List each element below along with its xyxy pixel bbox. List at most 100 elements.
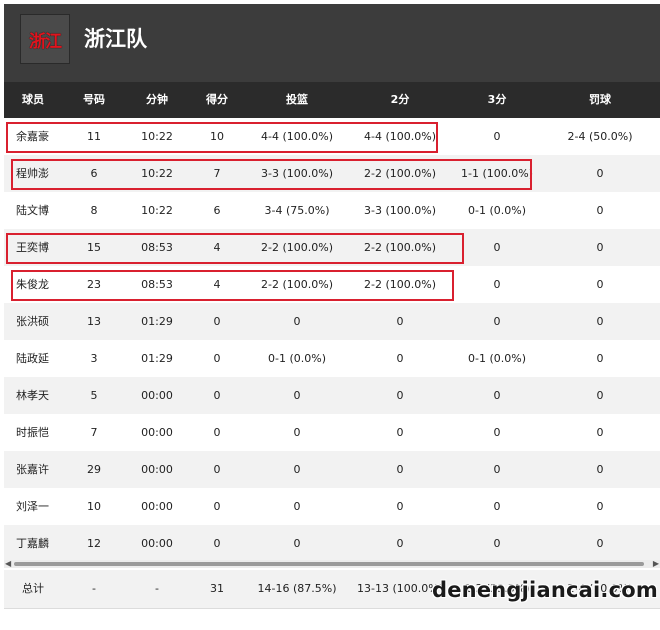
- cell-player[interactable]: 林孝天: [4, 377, 62, 414]
- total-fg: 14-16 (87.5%): [257, 582, 337, 595]
- cell-player[interactable]: 程帅澎: [4, 155, 62, 192]
- cell-points: 0: [213, 315, 221, 328]
- table-row: 陆政延 3 01:29 0 0-1 (0.0%) 0 0-1 (0.0%) 0: [4, 340, 660, 377]
- cell-minutes: 08:53: [141, 241, 173, 254]
- horizontal-scrollbar[interactable]: ◀ ▶: [4, 559, 660, 569]
- total-player: 总计: [22, 582, 44, 595]
- cell-points: 0: [213, 500, 221, 513]
- cell-three-pt: 0-1 (0.0%): [468, 352, 526, 365]
- cell-number: 8: [90, 204, 98, 217]
- cell-minutes: 00:00: [141, 463, 173, 476]
- team-name: 浙江队: [84, 27, 147, 51]
- cell-fg: 0: [293, 500, 301, 513]
- column-header-number: 号码: [83, 93, 105, 106]
- cell-fg: 4-4 (100.0%): [261, 130, 333, 143]
- cell-ft: 0: [596, 241, 604, 254]
- cell-number: 15: [87, 241, 101, 254]
- scrollbar-thumb[interactable]: [14, 562, 644, 566]
- cell-minutes: 10:22: [141, 167, 173, 180]
- table-row: 时振恺 7 00:00 0 0 0 0 0: [4, 414, 660, 451]
- cell-player[interactable]: 张嘉许: [4, 451, 62, 488]
- cell-number: 3: [90, 352, 98, 365]
- cell-two-pt: 0: [396, 500, 404, 513]
- cell-points: 0: [213, 426, 221, 439]
- table-row: 张嘉许 29 00:00 0 0 0 0 0: [4, 451, 660, 488]
- cell-number: 12: [87, 537, 101, 550]
- cell-player[interactable]: 张洪硕: [4, 303, 62, 340]
- cell-ft: 0: [596, 389, 604, 402]
- cell-two-pt: 2-2 (100.0%): [364, 167, 436, 180]
- cell-ft: 0: [596, 315, 604, 328]
- cell-two-pt: 0: [396, 537, 404, 550]
- cell-points: 0: [213, 537, 221, 550]
- cell-two-pt: 2-2 (100.0%): [364, 278, 436, 291]
- cell-three-pt: 0: [493, 130, 501, 143]
- column-header-points: 得分: [206, 93, 228, 106]
- cell-three-pt: 0-1 (0.0%): [468, 204, 526, 217]
- column-header-minutes: 分钟: [146, 93, 168, 106]
- scroll-left-icon[interactable]: ◀: [5, 559, 11, 569]
- cell-player[interactable]: 陆文博: [4, 192, 62, 229]
- column-header-ft: 罚球: [589, 93, 611, 106]
- watermark: denengjiancai.com: [432, 578, 658, 602]
- table-row: 陆文博 8 10:22 6 3-4 (75.0%) 3-3 (100.0%) 0-1 (0.…: [4, 192, 660, 229]
- table-row: 张洪硕 13 01:29 0 0 0 0 0: [4, 303, 660, 340]
- scroll-right-icon[interactable]: ▶: [653, 559, 659, 569]
- cell-ft: 0: [596, 537, 604, 550]
- cell-points: 0: [213, 463, 221, 476]
- cell-three-pt: 0: [493, 463, 501, 476]
- cell-player[interactable]: 时振恺: [4, 414, 62, 451]
- total-points: 31: [210, 582, 224, 595]
- cell-fg: 3-4 (75.0%): [264, 204, 330, 217]
- cell-two-pt: 0: [396, 315, 404, 328]
- cell-two-pt: 0: [396, 426, 404, 439]
- cell-three-pt: 0: [493, 241, 501, 254]
- column-header-fg: 投篮: [286, 93, 308, 106]
- cell-minutes: 00:00: [141, 389, 173, 402]
- cell-three-pt: 0: [493, 315, 501, 328]
- cell-number: 7: [90, 426, 98, 439]
- cell-fg: 2-2 (100.0%): [261, 278, 333, 291]
- table-row: 余嘉豪 11 10:22 10 4-4 (100.0%) 4-4 (100.0%) 0 2-4…: [4, 118, 660, 155]
- cell-ft: 2-4 (50.0%): [567, 130, 633, 143]
- column-header-player: 球员: [22, 93, 44, 106]
- table-row: 朱俊龙 23 08:53 4 2-2 (100.0%) 2-2 (100.0%) 0 0: [4, 266, 660, 303]
- cell-minutes: 10:22: [141, 130, 173, 143]
- cell-points: 10: [210, 130, 224, 143]
- cell-two-pt: 3-3 (100.0%): [364, 204, 436, 217]
- cell-ft: 0: [596, 500, 604, 513]
- cell-player[interactable]: 朱俊龙: [4, 266, 62, 303]
- cell-fg: 0: [293, 463, 301, 476]
- table-row: 程帅澎 6 10:22 7 3-3 (100.0%) 2-2 (100.0%) 1-1 (1…: [4, 155, 660, 192]
- column-header-two-pt: 2分: [390, 93, 410, 106]
- cell-number: 29: [87, 463, 101, 476]
- cell-fg: 0: [293, 389, 301, 402]
- team-logo-text: 浙江: [29, 31, 62, 52]
- cell-three-pt: 0: [493, 278, 501, 291]
- cell-player[interactable]: 丁嘉麟: [4, 525, 62, 562]
- cell-player[interactable]: 刘泽一: [4, 488, 62, 525]
- cell-player[interactable]: 王奕博: [4, 229, 62, 266]
- cell-minutes: 00:00: [141, 537, 173, 550]
- cell-fg: 0: [293, 426, 301, 439]
- table-row: 丁嘉麟 12 00:00 0 0 0 0 0: [4, 525, 660, 562]
- cell-minutes: 00:00: [141, 500, 173, 513]
- cell-two-pt: 4-4 (100.0%): [364, 130, 436, 143]
- cell-points: 0: [213, 389, 221, 402]
- cell-player[interactable]: 陆政延: [4, 340, 62, 377]
- cell-ft: 0: [596, 352, 604, 365]
- cell-number: 23: [87, 278, 101, 291]
- cell-fg: 0: [293, 537, 301, 550]
- cell-three-pt: 0: [493, 537, 501, 550]
- total-minutes: -: [155, 582, 159, 595]
- cell-ft: 0: [596, 426, 604, 439]
- cell-points: 4: [213, 241, 221, 254]
- cell-three-pt: 0: [493, 500, 501, 513]
- table-row: 林孝天 5 00:00 0 0 0 0 0: [4, 377, 660, 414]
- table-header-row: 球员 号码 分钟 得分 投篮 2分 3分 罚球: [4, 82, 660, 118]
- cell-points: 6: [213, 204, 221, 217]
- cell-fg: 0: [293, 315, 301, 328]
- cell-ft: 0: [596, 278, 604, 291]
- cell-player[interactable]: 余嘉豪: [4, 118, 62, 155]
- cell-two-pt: 0: [396, 463, 404, 476]
